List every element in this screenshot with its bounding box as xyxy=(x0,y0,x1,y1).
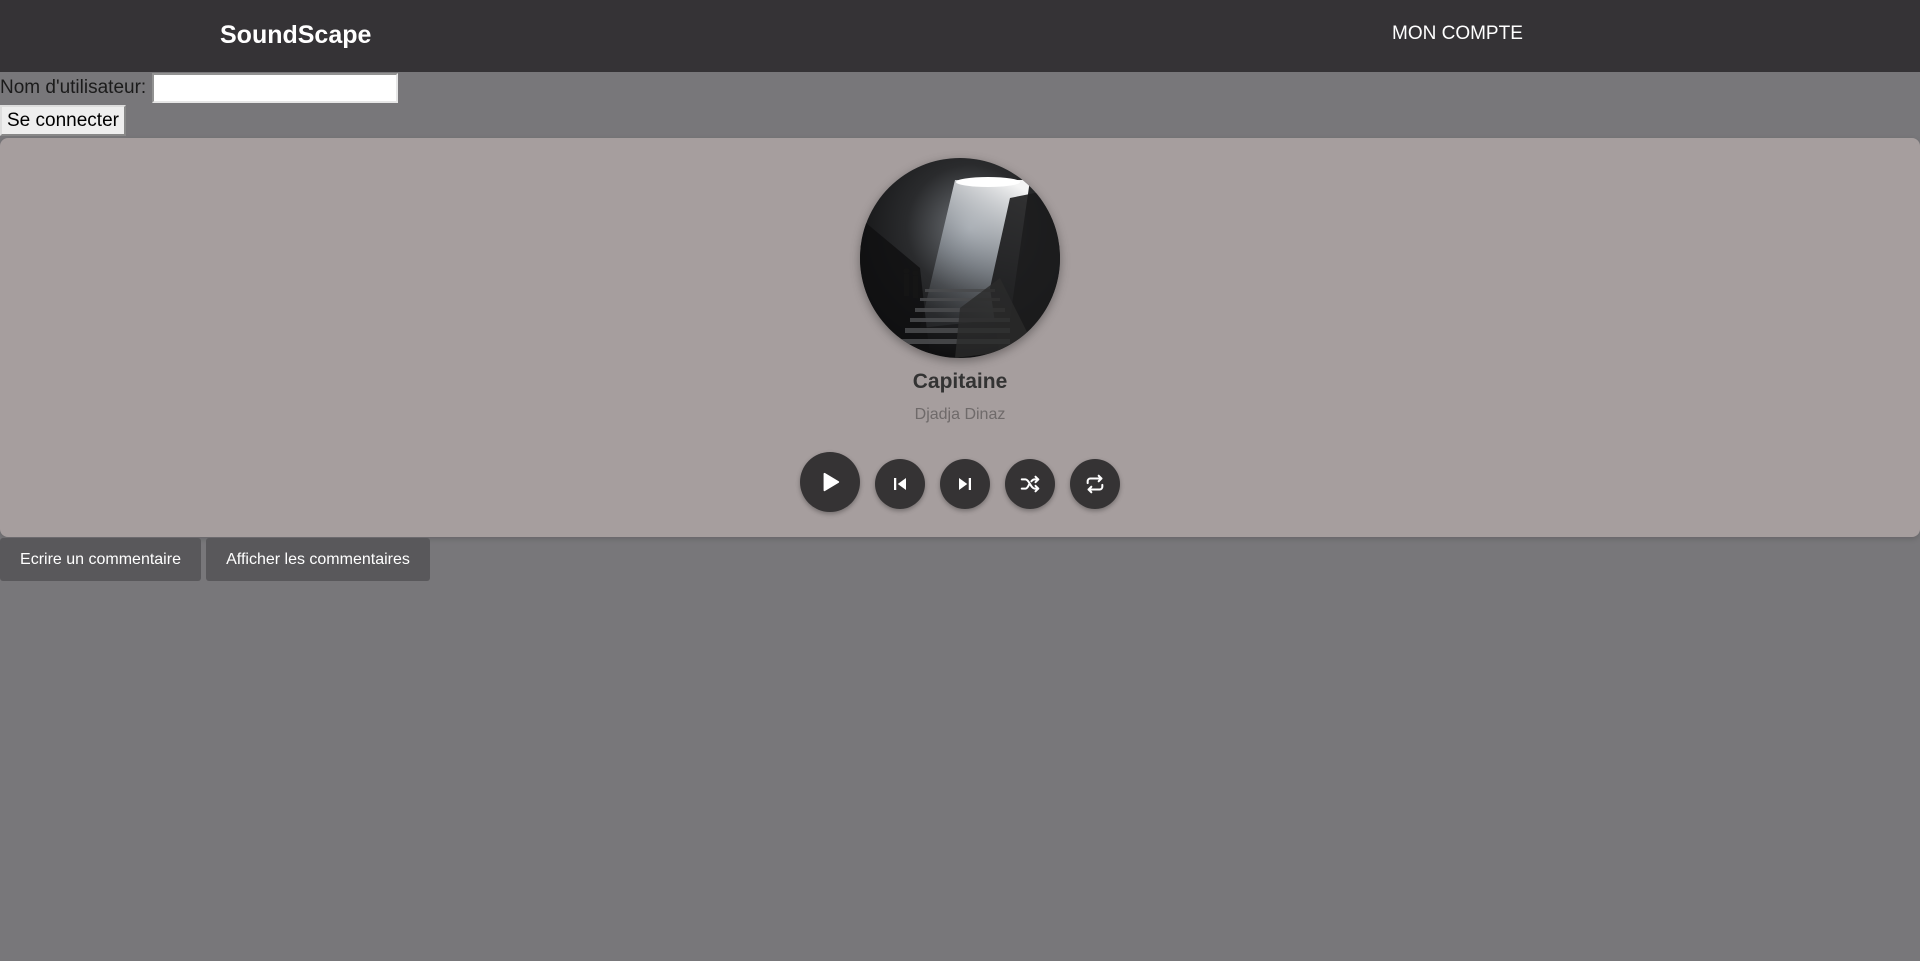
repeat-icon xyxy=(1086,474,1104,494)
login-form: Nom d'utilisateur: xyxy=(0,73,399,103)
album-cover-image xyxy=(860,158,1060,358)
play-button[interactable] xyxy=(800,452,860,512)
show-comments-button[interactable]: Afficher les commentaires xyxy=(206,538,430,581)
skip-forward-icon xyxy=(959,478,971,490)
album-cover-art xyxy=(860,158,1060,358)
brand-logo-text[interactable]: SoundScape xyxy=(220,21,371,50)
shuffle-button[interactable] xyxy=(1005,459,1055,509)
shuffle-icon xyxy=(1020,475,1040,493)
repeat-button[interactable] xyxy=(1070,459,1120,509)
login-button[interactable]: Se connecter xyxy=(0,105,126,136)
play-icon xyxy=(823,472,840,492)
track-title: Capitaine xyxy=(912,370,1008,393)
track-artist: Djadja Dinaz xyxy=(914,406,1006,423)
next-track-button[interactable] xyxy=(940,459,990,509)
top-navbar: SoundScape MON COMPTE xyxy=(0,0,1920,72)
previous-track-button[interactable] xyxy=(875,459,925,509)
skip-back-icon xyxy=(894,478,906,490)
my-account-link[interactable]: MON COMPTE xyxy=(1392,23,1523,45)
username-input[interactable] xyxy=(152,73,399,103)
music-player-card: Capitaine Djadja Dinaz xyxy=(0,138,1920,537)
username-label: Nom d'utilisateur: xyxy=(0,77,147,98)
write-comment-button[interactable]: Ecrire un commentaire xyxy=(0,538,201,581)
